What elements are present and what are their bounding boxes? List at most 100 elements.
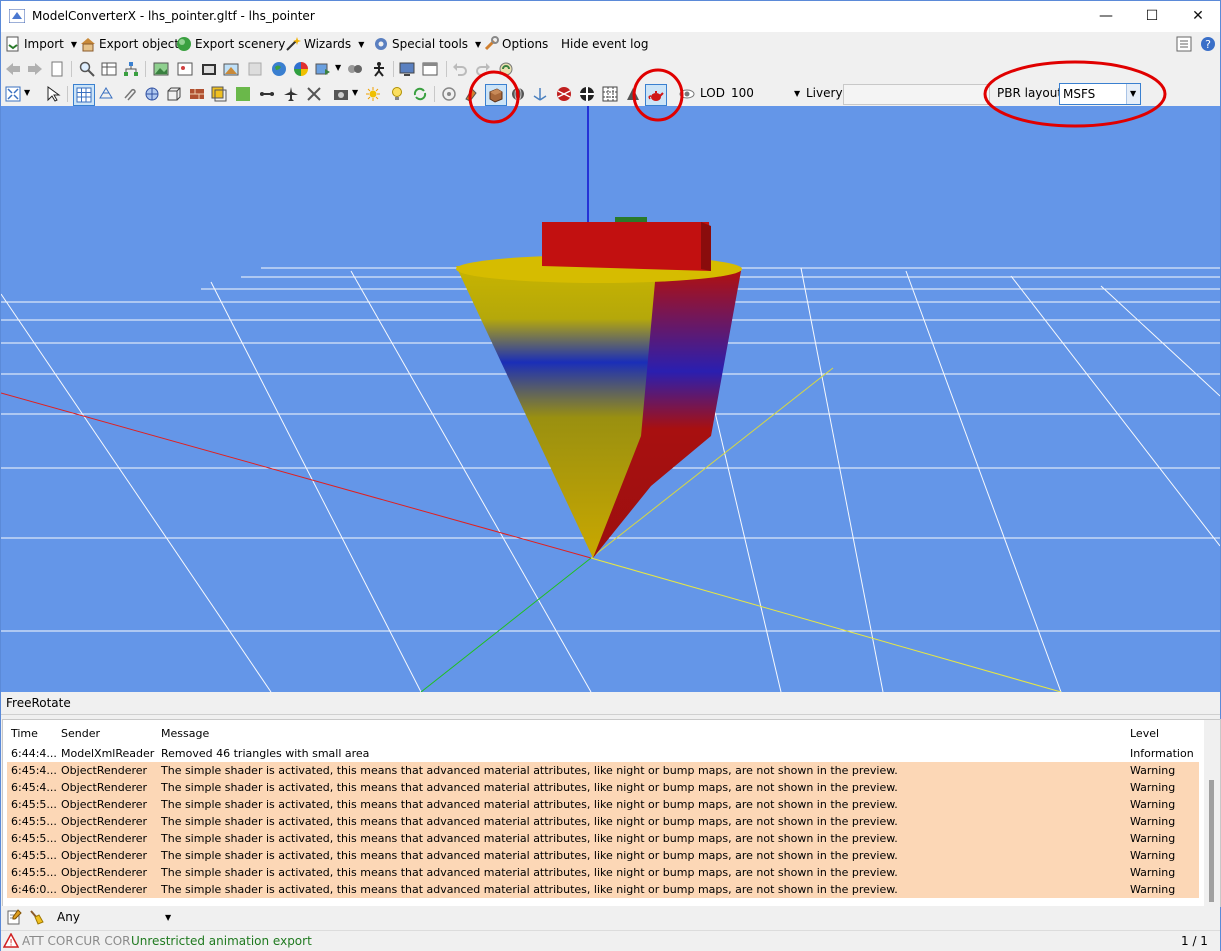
photo-icon[interactable]	[223, 61, 239, 77]
table-row[interactable]: 6:45:5... ObjectRenderer The simple shad…	[7, 847, 1199, 865]
select-arrow-icon[interactable]	[45, 86, 61, 102]
lod-dropdown[interactable]: 100 ▼	[729, 84, 805, 102]
grid-icon	[76, 87, 92, 103]
close-button[interactable]: ✕	[1175, 1, 1221, 32]
column-header-sender[interactable]: Sender	[61, 727, 100, 740]
zoom-extents-icon[interactable]	[5, 86, 21, 102]
axis-icon[interactable]	[532, 86, 548, 102]
camera-icon[interactable]	[333, 86, 349, 102]
simple-shader-toggle-button[interactable]	[485, 84, 507, 106]
undo-icon[interactable]	[452, 61, 468, 77]
special-tools-menu[interactable]: Special tools ▼	[373, 35, 481, 53]
minimize-button[interactable]: —	[1083, 1, 1129, 32]
chevron-down-icon: ▼	[794, 89, 801, 98]
lightbulb-icon[interactable]	[389, 86, 405, 102]
document-icon[interactable]	[49, 61, 65, 77]
paint-icon[interactable]	[463, 86, 479, 102]
settings-sphere-icon[interactable]	[441, 86, 457, 102]
recycle-icon[interactable]	[412, 86, 428, 102]
table-row[interactable]: 6:45:4... ObjectRenderer The simple shad…	[7, 762, 1199, 780]
earth-icon[interactable]	[271, 61, 287, 77]
back-arrow-icon[interactable]	[5, 61, 21, 77]
mesh-icon[interactable]	[144, 86, 160, 102]
image-icon[interactable]	[153, 61, 169, 77]
table-row[interactable]: 6:45:5... ObjectRenderer The simple shad…	[7, 813, 1199, 831]
livery-input[interactable]	[843, 84, 990, 105]
cube-wireframe-icon[interactable]	[166, 86, 182, 102]
dropdown-caret[interactable]: ▼	[24, 88, 30, 97]
table-row[interactable]: 6:44:4... ModelXmlReader Removed 46 tria…	[7, 745, 1199, 762]
texture-icon[interactable]	[211, 86, 227, 102]
cone-icon[interactable]	[625, 86, 641, 102]
z-axis-line	[420, 557, 592, 692]
table-header: Time Sender Message Level	[3, 720, 1220, 745]
options-label: Options	[502, 37, 549, 51]
grid-toggle-button[interactable]	[73, 84, 95, 106]
export-object-menu[interactable]: Export object	[80, 35, 179, 53]
level-filter-dropdown[interactable]: Any ▼	[54, 908, 176, 926]
dropdown-caret[interactable]: ▼	[335, 63, 341, 72]
hide-event-log-button[interactable]: Hide event log	[561, 35, 648, 53]
scrollbar-thumb[interactable]	[1209, 780, 1214, 902]
connect-icon[interactable]	[347, 61, 363, 77]
monitor-icon[interactable]	[399, 61, 415, 77]
sun-icon[interactable]	[365, 86, 381, 102]
checker-ball-icon[interactable]	[579, 86, 595, 102]
pbr-dropdown-button[interactable]: ▼	[1126, 84, 1140, 104]
dropdown-caret[interactable]: ▼	[352, 88, 358, 97]
picture-icon[interactable]	[177, 61, 193, 77]
color-wheel-icon[interactable]	[293, 61, 309, 77]
refresh-globe-icon[interactable]	[498, 61, 514, 77]
settings-icon[interactable]	[1176, 36, 1192, 52]
gear-icon	[375, 38, 387, 50]
scene-canvas[interactable]	[1, 106, 1220, 692]
app-window: ModelConverterX - lhs_pointer.gltf - lhs…	[0, 0, 1221, 951]
forward-arrow-icon[interactable]	[27, 61, 43, 77]
export-image-icon[interactable]	[315, 61, 331, 77]
help-icon[interactable]: ?	[1200, 36, 1216, 52]
table-icon[interactable]	[101, 61, 117, 77]
column-header-time[interactable]: Time	[11, 727, 38, 740]
uv-grid-icon[interactable]	[602, 86, 618, 102]
magnifier-icon[interactable]	[79, 61, 95, 77]
red-ball-icon[interactable]	[556, 86, 572, 102]
options-menu[interactable]: Options	[483, 35, 548, 53]
paperclip-icon[interactable]	[121, 86, 137, 102]
wireframe-plane-icon[interactable]	[98, 86, 114, 102]
globe-dark-icon[interactable]	[510, 86, 526, 102]
menu-bar: Import ▼ Export object Export scenery Wiz…	[1, 32, 1220, 56]
airplane-icon[interactable]	[283, 86, 299, 102]
x-axis-line	[1, 392, 592, 559]
maximize-button[interactable]: ☐	[1129, 1, 1175, 32]
notepad-icon[interactable]	[6, 909, 22, 925]
tools-icon[interactable]	[306, 86, 322, 102]
box-texture-icon	[489, 88, 503, 103]
table-row[interactable]: 6:45:5... ObjectRenderer The simple shad…	[7, 864, 1199, 882]
house-icon	[81, 38, 95, 52]
redo-icon[interactable]	[475, 61, 491, 77]
window-icon[interactable]	[422, 61, 438, 77]
import-menu[interactable]: Import ▼	[5, 35, 77, 53]
broom-icon[interactable]	[28, 909, 44, 925]
eye-icon[interactable]	[679, 86, 695, 102]
column-header-message[interactable]: Message	[161, 727, 209, 740]
column-header-level[interactable]: Level	[1130, 727, 1159, 740]
log-scrollbar[interactable]	[1204, 720, 1220, 906]
export-scenery-menu[interactable]: Export scenery	[176, 35, 285, 53]
wizards-menu[interactable]: Wizards ▼	[285, 35, 364, 53]
table-row[interactable]: 6:46:0... ObjectRenderer The simple shad…	[7, 881, 1199, 899]
brick-icon[interactable]	[189, 86, 205, 102]
table-row[interactable]: 6:45:5... ObjectRenderer The simple shad…	[7, 796, 1199, 814]
bone-icon[interactable]	[259, 86, 275, 102]
ground-icon[interactable]	[235, 86, 251, 102]
pbr-layout-dropdown[interactable]: MSFS ▼	[1059, 83, 1141, 105]
film-icon[interactable]	[201, 61, 217, 77]
table-row[interactable]: 6:45:5... ObjectRenderer The simple shad…	[7, 830, 1199, 848]
3d-viewport[interactable]	[1, 106, 1220, 692]
cur-cor-status: CUR COR	[75, 934, 131, 948]
grid-disabled-icon[interactable]	[247, 61, 263, 77]
figure-icon[interactable]	[371, 61, 387, 77]
hierarchy-icon[interactable]	[123, 61, 139, 77]
table-row[interactable]: 6:45:4... ObjectRenderer The simple shad…	[7, 779, 1199, 797]
teapot-toggle-button[interactable]	[645, 84, 667, 106]
